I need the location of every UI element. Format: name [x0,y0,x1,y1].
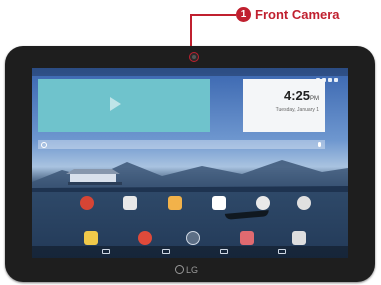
camera-icon[interactable] [292,231,306,245]
status-icons [314,69,344,82]
gallery-icon[interactable] [240,231,254,245]
callout-number-badge: 1 [236,7,251,22]
contacts-icon[interactable] [256,196,270,210]
music-widget[interactable] [38,79,210,132]
dual-window-icon[interactable] [168,196,182,210]
home-button[interactable] [162,249,170,254]
lg-logo-icon [175,265,184,274]
recent-apps-button[interactable] [220,249,228,254]
clock-time-value: 4:25 [283,88,310,103]
navigation-bar [32,246,348,258]
brand-text: LG [186,265,199,275]
callout-leader-horizontal [190,14,236,16]
wallpaper-house [66,169,122,185]
tablet-device: 4:25PM Tuesday, January 1 LG [5,46,375,282]
qpair-icon[interactable] [123,196,137,210]
clock-status-icon [334,78,338,82]
status-bar [32,68,348,82]
menu-button[interactable] [278,249,286,254]
microphone-icon[interactable] [318,142,321,147]
search-icon[interactable] [41,142,47,148]
back-button[interactable] [102,249,110,254]
apps-icon[interactable] [186,231,200,245]
battery-icon [328,78,332,82]
clock-ampm: PM [310,96,319,102]
clock-date: Tuesday, January 1 [275,107,319,113]
callout-label: Front Camera [255,7,340,22]
maps-icon[interactable] [297,196,311,210]
play-icon[interactable] [110,97,121,111]
clock-widget[interactable]: 4:25PM Tuesday, January 1 [243,79,325,132]
google-icon[interactable] [80,196,94,210]
google-search-bar[interactable] [38,140,325,149]
chrome-icon[interactable] [138,231,152,245]
memo-icon[interactable] [84,231,98,245]
tablet-screen: 4:25PM Tuesday, January 1 [32,68,348,258]
brand-logo: LG [175,264,198,276]
front-camera [189,52,199,62]
clock-time: 4:25PM [284,89,319,106]
home-app-row [32,196,348,216]
play-store-icon[interactable] [212,196,226,210]
